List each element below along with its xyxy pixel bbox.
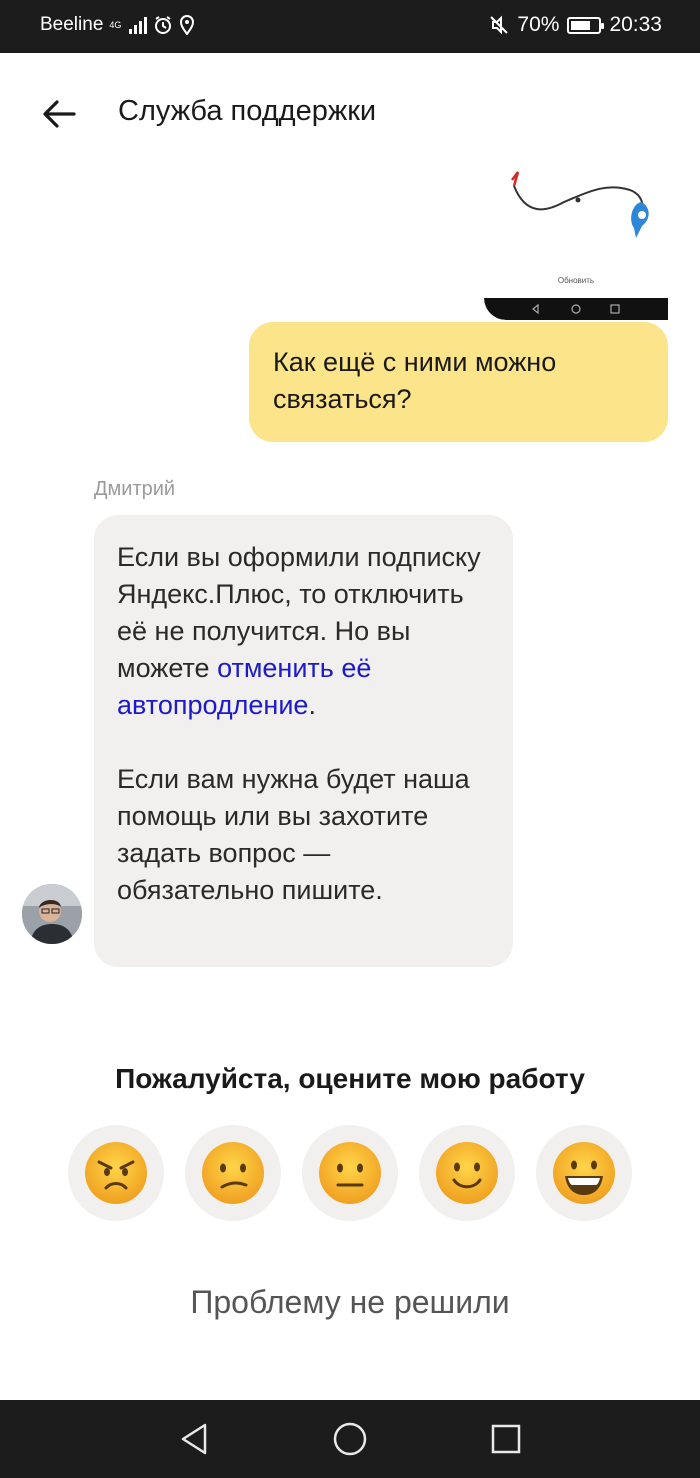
support-message-paragraph: Если вам нужна будет наша помощь или вы …: [117, 764, 470, 905]
rate-3-button[interactable]: [302, 1125, 398, 1221]
attachment-nav-strip: [484, 298, 668, 320]
signal-icon: [129, 16, 148, 34]
battery-fill: [571, 20, 590, 30]
status-right: 70% 20:33: [489, 13, 662, 37]
mute-icon: [490, 15, 509, 35]
battery-icon: [567, 16, 605, 34]
battery-percent: 70%: [517, 13, 560, 36]
rate-4-button[interactable]: [419, 1125, 515, 1221]
arrow-left-icon: [43, 100, 76, 128]
rating-title: Пожалуйста, оцените мою работу: [115, 1063, 585, 1094]
attachment-caption: Обновить: [557, 276, 595, 285]
user-message-bubble: Как ещё с ними можно связаться?: [249, 322, 668, 442]
user-message-text: Как ещё с ними можно связаться?: [273, 347, 557, 414]
slightly-smiling-face-icon: [436, 1142, 498, 1204]
circle-home-icon: [333, 1422, 367, 1456]
route-map-graphic: [511, 171, 649, 238]
sender-name: Дмитрий: [94, 478, 176, 500]
clock: 20:33: [609, 13, 662, 36]
status-left: Beeline 4G: [40, 14, 195, 36]
network-type-label: 4G: [109, 19, 122, 30]
system-nav-bar: [0, 1400, 700, 1478]
confused-face-icon: [202, 1142, 264, 1204]
message-attachment-image[interactable]: Обновить: [484, 160, 668, 320]
carrier-label: Beeline: [40, 14, 104, 35]
support-message-paragraph: Если вы оформили подписку Яндекс.Плюс, т…: [117, 539, 491, 724]
nav-recents-button[interactable]: [486, 1419, 526, 1459]
support-message-bubble: Если вы оформили подписку Яндекс.Плюс, т…: [94, 515, 513, 967]
square-recents-icon: [491, 1424, 521, 1454]
angry-face-icon: [85, 1142, 147, 1204]
support-message-period: .: [308, 690, 316, 720]
nav-back-button[interactable]: [174, 1419, 214, 1459]
neutral-face-icon: [319, 1142, 381, 1204]
triangle-back-icon: [181, 1423, 207, 1455]
rate-5-button[interactable]: [536, 1125, 632, 1221]
problem-not-solved-button[interactable]: Проблему не решили: [0, 1284, 700, 1321]
rate-1-button[interactable]: [68, 1125, 164, 1221]
nav-home-button[interactable]: [330, 1419, 370, 1459]
grinning-face-icon: [553, 1142, 615, 1204]
support-avatar: [22, 884, 82, 944]
rate-2-button[interactable]: [185, 1125, 281, 1221]
location-icon: [180, 15, 195, 35]
alarm-icon: [155, 16, 172, 34]
status-bar: Beeline 4G 70% 20:33: [0, 0, 700, 53]
page-title: Служба поддержки: [118, 95, 377, 127]
app-header: Служба поддержки: [0, 53, 700, 173]
back-button[interactable]: [36, 91, 82, 137]
rating-options: [68, 1125, 632, 1221]
